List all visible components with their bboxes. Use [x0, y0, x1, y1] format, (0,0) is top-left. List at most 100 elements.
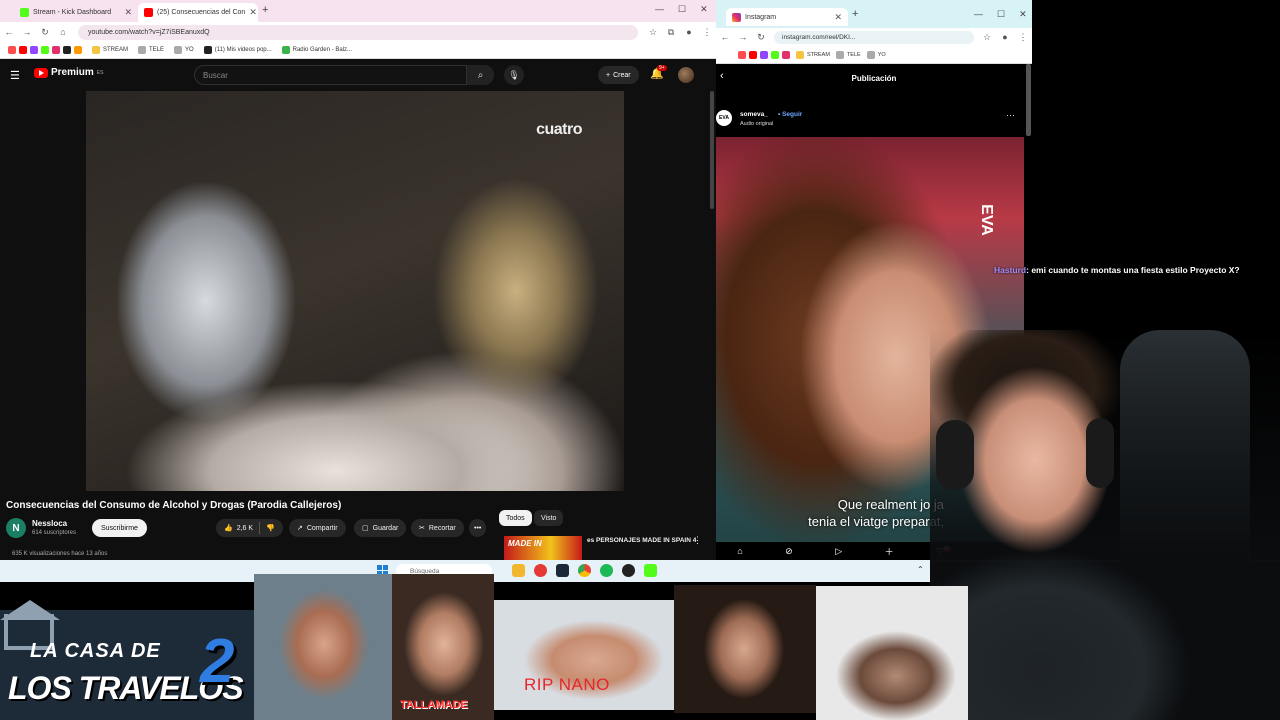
close-tab-icon[interactable]: ✕ [834, 12, 842, 23]
tab-instagram[interactable]: Instagram ✕ [726, 8, 848, 26]
bookmark-yo[interactable]: YO [866, 50, 886, 59]
more-actions-button[interactable]: ••• [469, 519, 487, 537]
channel-subscriber-count: 614 suscriptores [32, 530, 77, 536]
menu-icon[interactable]: ⋮ [698, 27, 716, 38]
steam-icon[interactable] [556, 564, 569, 577]
hamburger-menu-icon[interactable]: ☰ [10, 69, 20, 82]
new-tab-button[interactable]: + [852, 8, 858, 20]
chat-username: Hasturd [994, 265, 1027, 275]
thumbs-up-icon: 👍 [224, 525, 233, 532]
page-scrollbar[interactable] [710, 91, 714, 209]
clip-button[interactable]: ✂ Recortar [411, 519, 464, 537]
kick-app-icon[interactable] [644, 564, 657, 577]
ig-scrollbar[interactable] [1026, 64, 1031, 136]
bookmark-star-icon[interactable]: ☆ [978, 32, 996, 43]
follow-button[interactable]: • Seguir [778, 111, 802, 118]
explore-icon[interactable]: ⊘ [785, 546, 793, 557]
reels-icon[interactable]: ▷ [835, 546, 842, 557]
casa-title-line-1: LA CASA DE [30, 640, 161, 662]
recommended-video-title[interactable]: es PERSONAJES MADE IN SPAIN 4 [587, 536, 697, 546]
save-button[interactable]: ▢ Guardar [354, 519, 407, 537]
bookmark-star-icon[interactable]: ☆ [644, 27, 662, 38]
back-icon[interactable]: ← [716, 32, 734, 42]
subscribe-button[interactable]: Suscribirme [92, 519, 147, 537]
instagram-icon [732, 12, 741, 22]
spotify-icon[interactable] [600, 564, 613, 577]
reload-icon[interactable]: ↻ [36, 27, 54, 38]
obs-icon[interactable] [622, 564, 635, 577]
close-tab-icon[interactable]: ✕ [249, 7, 257, 18]
ig-username[interactable]: someva_ [740, 111, 768, 118]
close-window-icon[interactable]: ✕ [700, 4, 708, 15]
youtube-logo[interactable]: Premium ES [34, 67, 103, 78]
bookmark-radio-garden[interactable]: Radio Garden - Balz... [281, 46, 352, 54]
new-tab-button[interactable]: + [262, 4, 268, 16]
file-explorer-icon[interactable] [512, 564, 525, 577]
minimize-icon[interactable]: — [974, 9, 983, 20]
bookmark-stream[interactable]: STREAM [92, 46, 128, 54]
bookmark-app-icons[interactable] [8, 46, 82, 54]
minimize-icon[interactable]: — [655, 4, 664, 15]
bookmark-stream[interactable]: STREAM [796, 50, 830, 59]
profile-icon[interactable]: ● [996, 32, 1014, 42]
forward-icon[interactable]: → [18, 27, 36, 37]
close-tab-icon[interactable]: ✕ [124, 7, 132, 18]
ig-tab-strip: Instagram ✕ + — ☐ ✕ [716, 0, 1032, 28]
chat-text: emi cuando te montas una fiesta estilo P… [1031, 265, 1240, 275]
channel-watermark: cuatro [536, 121, 582, 138]
maximize-icon[interactable]: ☐ [678, 4, 686, 15]
ig-url-field[interactable]: instagram.com/reel/DKI... [774, 30, 974, 44]
chip-todos[interactable]: Todos [499, 510, 532, 526]
thumbs-down-icon[interactable]: 👎 [266, 524, 275, 532]
chrome-icon[interactable] [578, 564, 591, 577]
channel-name[interactable]: Nessloca [32, 519, 67, 528]
window-controls: — ☐ ✕ [974, 9, 1027, 20]
create-button[interactable]: + Crear [598, 66, 639, 84]
channel-avatar[interactable]: N [6, 518, 26, 538]
youtube-search-input[interactable]: Buscar [194, 65, 494, 85]
overlay-photo-man-night [674, 585, 816, 713]
plus-icon: + [606, 71, 611, 79]
microphone-icon[interactable]: 🎙 [504, 65, 524, 85]
account-avatar[interactable] [678, 67, 694, 83]
ig-user-avatar[interactable]: EVA [716, 110, 732, 126]
like-button[interactable]: 👍 2,6 K 👎 [216, 519, 283, 537]
profile-icon[interactable]: ● [680, 27, 698, 37]
overlay-photo-laughing-man [254, 574, 392, 720]
forward-icon[interactable]: → [734, 32, 752, 42]
menu-icon[interactable]: ⋮ [1014, 32, 1032, 43]
search-icon[interactable]: ⌕ [466, 65, 494, 85]
reload-icon[interactable]: ↻ [752, 32, 770, 43]
system-tray-chevron-icon[interactable]: ⌃ [917, 565, 924, 574]
close-window-icon[interactable]: ✕ [1019, 9, 1027, 20]
home-icon[interactable]: ⌂ [737, 546, 742, 556]
chat-message: Hasturd: emi cuando te montas una fiesta… [994, 265, 1240, 275]
tab-kick-dashboard[interactable]: Stream - Kick Dashboard ✕ [14, 3, 138, 22]
new-post-icon[interactable]: ＋ [885, 545, 894, 558]
extensions-icon[interactable]: ⧉ [662, 27, 680, 38]
video-title: Consecuencias del Consumo de Alcohol y D… [6, 500, 342, 511]
youtube-header: ☰ Premium ES Buscar ⌕ 🎙 + Crear 🔔 9+ [0, 59, 716, 91]
back-icon[interactable]: ← [0, 27, 18, 37]
maximize-icon[interactable]: ☐ [997, 9, 1005, 20]
recommended-video-thumbnail[interactable]: MADE IN [504, 536, 582, 560]
bookmark-yo[interactable]: YO [174, 46, 194, 54]
more-options-icon[interactable]: ··· [1006, 110, 1015, 120]
video-player[interactable]: cuatro [86, 91, 624, 491]
url-field[interactable]: youtube.com/watch?v=jZ7iSBEanuxdQ [78, 24, 638, 40]
share-button[interactable]: ↗ Compartir [289, 519, 346, 537]
chip-visto[interactable]: Visto [534, 510, 564, 526]
reel-channel-logo: EVA [978, 204, 996, 236]
ig-audio-label[interactable]: Audio original [740, 121, 773, 127]
back-chevron-icon[interactable]: ‹ [720, 70, 724, 82]
tab-youtube-video[interactable]: (25) Consecuencias del Con ✕ [138, 3, 258, 22]
bookmark-tele[interactable]: TELE [835, 50, 861, 59]
share-icon: ↗ [297, 525, 303, 532]
notification-badge: 9+ [657, 65, 667, 71]
bookmark-tele[interactable]: TELE [138, 46, 164, 54]
bookmark-mis-videos[interactable]: (11) Mis videos pop... [203, 46, 272, 54]
media-player-icon[interactable] [534, 564, 547, 577]
home-icon[interactable]: ⌂ [54, 27, 72, 37]
bookmark-app-icons[interactable] [738, 50, 790, 59]
more-vertical-icon[interactable]: ⋮ [693, 535, 702, 546]
